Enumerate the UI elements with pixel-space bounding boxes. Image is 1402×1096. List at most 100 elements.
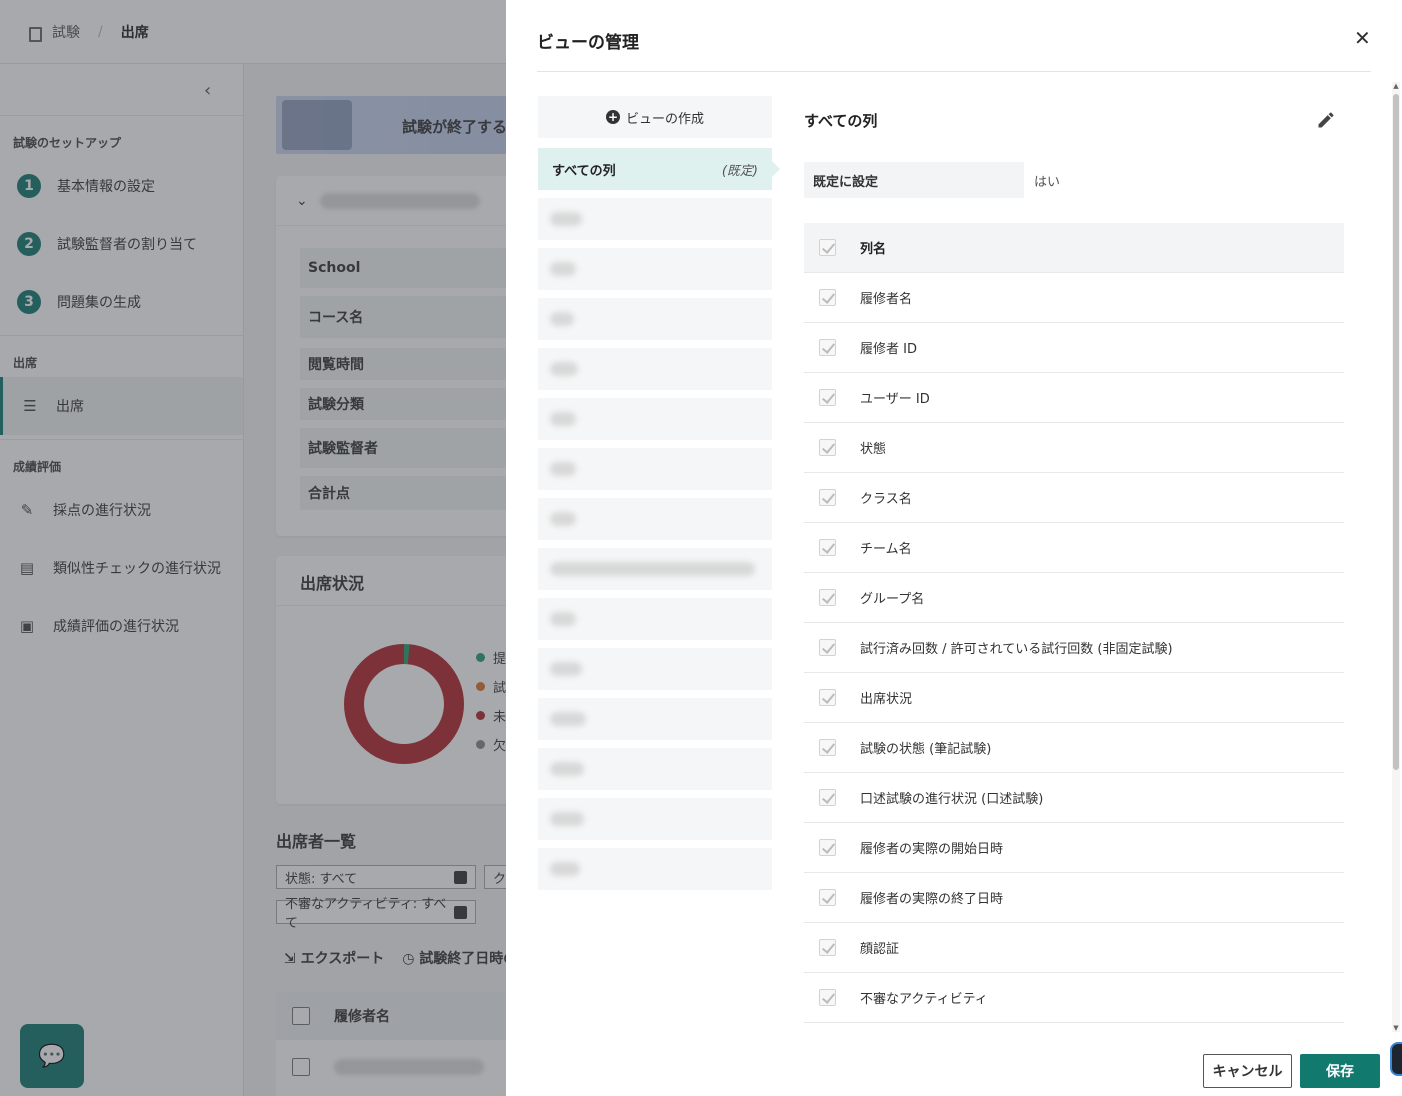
column-name: クラス名 [860, 492, 912, 507]
redacted-text [550, 312, 574, 326]
redacted-text [550, 612, 576, 626]
column-checkbox [819, 689, 836, 706]
view-item[interactable] [538, 298, 772, 340]
select-all-checkbox [819, 239, 836, 256]
column-name: ユーザー ID [860, 392, 930, 407]
view-name: すべての列 [552, 163, 616, 179]
column-row: チーム名 [804, 523, 1344, 573]
column-name: チーム名 [860, 542, 912, 557]
column-row: 状態 [804, 423, 1344, 473]
view-item[interactable] [538, 648, 772, 690]
scroll-up-icon[interactable]: ▲ [1392, 82, 1400, 90]
scroll-down-icon[interactable]: ▼ [1392, 1024, 1400, 1032]
redacted-text [550, 862, 580, 876]
column-checkbox [819, 589, 836, 606]
redacted-text [550, 762, 584, 776]
column-name: 試行済み回数 / 許可されている試行回数 (非固定試験) [860, 642, 1173, 657]
column-row: 出席状況 [804, 673, 1344, 723]
column-checkbox [819, 339, 836, 356]
manage-views-drawer: ビューの管理 ✕ + ビューの作成 すべての列 (既定) すべての列 既定に設定 は… [506, 0, 1402, 1096]
redacted-text [550, 812, 584, 826]
view-item[interactable] [538, 548, 772, 590]
view-item[interactable] [538, 248, 772, 290]
column-list-header: 列名 [804, 223, 1344, 273]
redacted-text [550, 362, 578, 376]
column-checkbox [819, 889, 836, 906]
column-name: 履修者の実際の終了日時 [860, 892, 1004, 907]
column-row: 試行済み回数 / 許可されている試行回数 (非固定試験) [804, 623, 1344, 673]
view-list: + ビューの作成 すべての列 (既定) [538, 96, 780, 898]
column-name: 履修者名 [860, 292, 913, 307]
drawer-scrollbar[interactable]: ▲ ▼ [1392, 82, 1400, 1032]
view-item[interactable] [538, 748, 772, 790]
plus-circle-icon: + [605, 110, 620, 124]
column-row: 不審なアクティビティ [804, 973, 1344, 1023]
redacted-text [550, 262, 576, 276]
scrollbar-thumb[interactable] [1393, 94, 1399, 770]
column-checkbox [819, 289, 836, 306]
view-item[interactable] [538, 348, 772, 390]
column-row: 履修者の実際の開始日時 [804, 823, 1344, 873]
column-row: 試験の状態 (筆記試験) [804, 723, 1344, 773]
redacted-text [550, 462, 576, 476]
redacted-text [550, 662, 582, 676]
column-checkbox [819, 639, 836, 656]
redacted-text [550, 712, 586, 726]
column-checkbox [819, 739, 836, 756]
column-row: 口述試験の進行状況 (口述試験) [804, 773, 1344, 823]
column-name: 履修者の実際の開始日時 [860, 842, 1004, 857]
floating-widget-button[interactable] [1390, 1042, 1402, 1076]
default-label: 既定に設定 [804, 162, 1024, 198]
column-name: 試験の状態 (筆記試験) [860, 742, 992, 757]
column-header-label: 列名 [860, 242, 887, 257]
column-name: 不審なアクティビティ [860, 992, 988, 1007]
column-checkbox [819, 539, 836, 556]
column-name: 顔認証 [860, 942, 900, 957]
create-view-label: ビューの作成 [625, 111, 704, 127]
view-item[interactable] [538, 398, 772, 440]
divider [537, 71, 1371, 72]
drawer-title: ビューの管理 [537, 33, 639, 53]
column-row: 顔認証 [804, 923, 1344, 973]
redacted-text [550, 412, 576, 426]
column-checkbox [819, 789, 836, 806]
column-row: ユーザー ID [804, 373, 1344, 423]
redacted-text [550, 212, 582, 226]
column-name: 状態 [860, 442, 887, 457]
redacted-text [550, 562, 755, 576]
view-item[interactable] [538, 498, 772, 540]
column-list: 列名 履修者名 履修者 ID ユーザー ID 状態 クラス名 チーム名 グループ… [804, 223, 1344, 1023]
column-row: 履修者名 [804, 273, 1344, 323]
default-value: はい [1034, 174, 1061, 190]
column-checkbox [819, 939, 836, 956]
close-icon[interactable]: ✕ [1354, 26, 1371, 50]
pencil-icon[interactable] [1316, 110, 1336, 130]
column-checkbox [819, 839, 836, 856]
cancel-button[interactable]: キャンセル [1203, 1054, 1292, 1088]
column-row: 履修者 ID [804, 323, 1344, 373]
default-tag: (既定) [721, 163, 758, 179]
view-item-all-columns[interactable]: すべての列 (既定) [538, 148, 780, 190]
column-checkbox [819, 489, 836, 506]
column-name: 出席状況 [860, 692, 913, 707]
column-checkbox [819, 989, 836, 1006]
create-view-button[interactable]: + ビューの作成 [538, 96, 772, 138]
default-setting-row: 既定に設定 はい [804, 162, 1060, 198]
view-item[interactable] [538, 798, 772, 840]
view-item[interactable] [538, 198, 772, 240]
save-button[interactable]: 保存 [1300, 1054, 1380, 1088]
column-checkbox [819, 389, 836, 406]
view-item[interactable] [538, 698, 772, 740]
view-item[interactable] [538, 448, 772, 490]
view-detail-title: すべての列 [804, 112, 878, 130]
column-row: 履修者の実際の終了日時 [804, 873, 1344, 923]
redacted-text [550, 512, 576, 526]
column-checkbox [819, 439, 836, 456]
column-name: 履修者 ID [860, 342, 917, 357]
view-item[interactable] [538, 848, 772, 890]
column-row: クラス名 [804, 473, 1344, 523]
view-item[interactable] [538, 598, 772, 640]
column-name: 口述試験の進行状況 (口述試験) [860, 792, 1044, 807]
column-row: グループ名 [804, 573, 1344, 623]
column-name: グループ名 [860, 592, 925, 607]
